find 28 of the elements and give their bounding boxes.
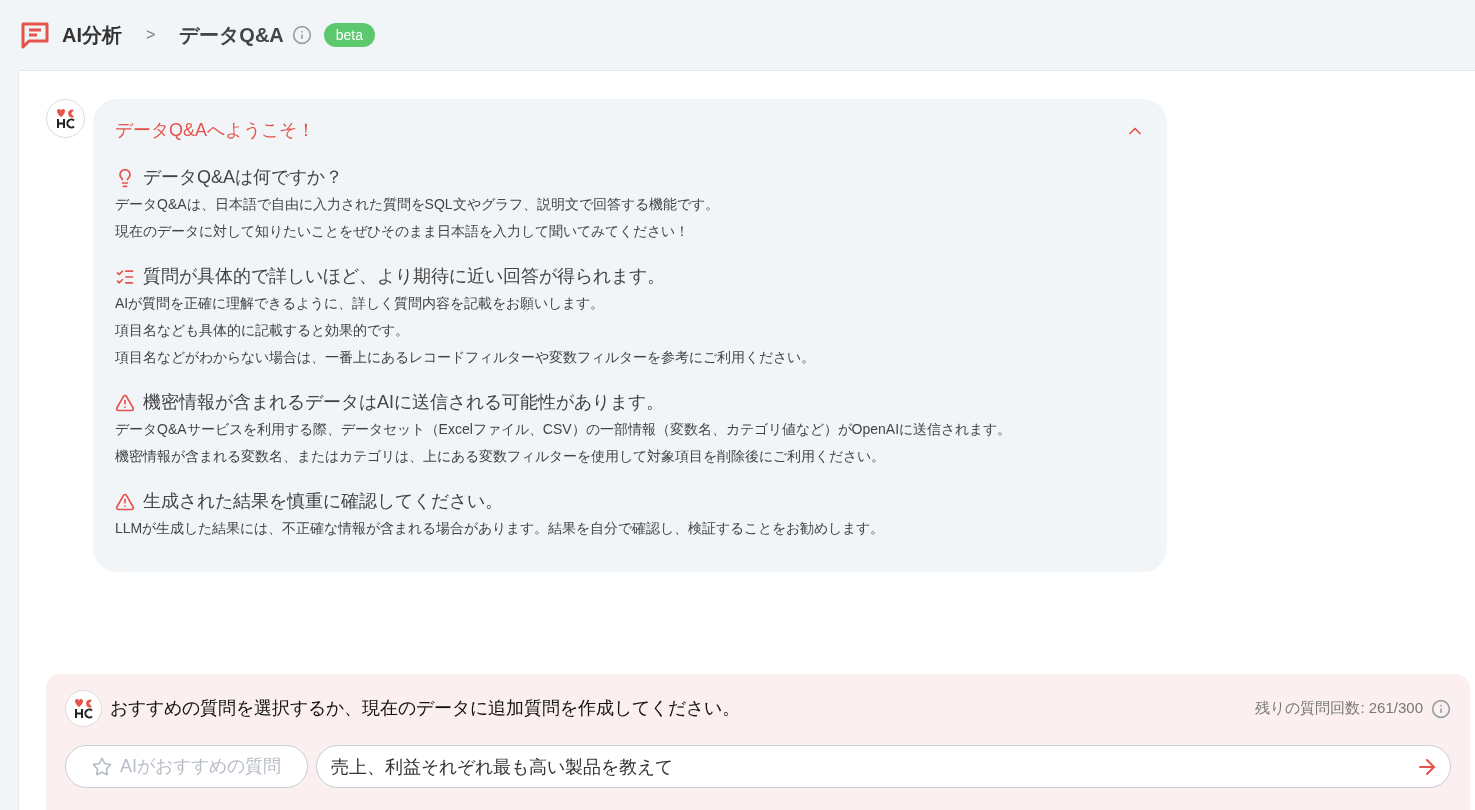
question-input[interactable]: 売上、利益それぞれ最も高い製品を教えて <box>316 745 1451 788</box>
section-heading: 生成された結果を慎重に確認してください。 <box>143 490 503 513</box>
logo-avatar <box>46 99 85 138</box>
section-text: LLMが生成した結果には、不正確な情報が含まれる場合があります。結果を自分で確認し、検証することをお勧めします。 <box>115 519 886 538</box>
remaining-count: 残りの質問回数: 261/300 <box>1255 698 1423 719</box>
section-text: 項目名などがわからない場合は、一番上にあるレコードフィルターや変数フィルターを参考にご利用ください。 <box>115 348 816 367</box>
chat-icon <box>20 21 50 49</box>
prompt-message: おすすめの質問を選択するか、現在のデータに追加質問を作成してください。 <box>110 697 740 720</box>
breadcrumb-separator: > <box>145 25 157 45</box>
warning-icon <box>115 392 135 413</box>
section-text: 現在のデータに対して知りたいことをぜひそのまま日本語を入力して聞いてみてください！ <box>115 222 690 241</box>
section-text: AIが質問を正確に理解できるように、詳しく質問内容を記載をお願いします。 <box>115 294 606 313</box>
section-text: データQ&Aは、日本語で自由に入力された質問をSQL文やグラフ、説明文で回答する機能です。 <box>115 195 720 214</box>
section-heading: 機密情報が含まれるデータはAIに送信される可能性があります。 <box>143 391 664 414</box>
section-text: 項目名なども具体的に記載すると効果的です。 <box>115 321 410 340</box>
info-icon[interactable] <box>1431 698 1451 719</box>
warning-icon <box>115 491 135 512</box>
info-icon[interactable] <box>291 25 312 45</box>
logo-avatar <box>65 690 102 727</box>
section-heading: データQ&Aは何ですか？ <box>143 166 343 189</box>
page-title: データQ&A <box>179 23 284 48</box>
welcome-title: データQ&Aへようこそ！ <box>115 119 315 142</box>
star-icon <box>92 756 112 777</box>
breadcrumb-parent[interactable]: AI分析 <box>62 20 122 50</box>
section-heading: 質問が具体的で詳しいほど、より期待に近い回答が得られます。 <box>143 265 665 288</box>
beta-badge: beta <box>323 23 376 47</box>
section-text: 機密情報が含まれる変数名、またはカテゴリは、上にある変数フィルターを使用して対象項目を削除後にご利用ください。 <box>115 447 886 466</box>
section-text: データQ&Aサービスを利用する際、データセット（Excelファイル、CSV）の一部情報（変数名、カテゴリ値など）がOpenAIに送信されます。 <box>115 420 1013 439</box>
